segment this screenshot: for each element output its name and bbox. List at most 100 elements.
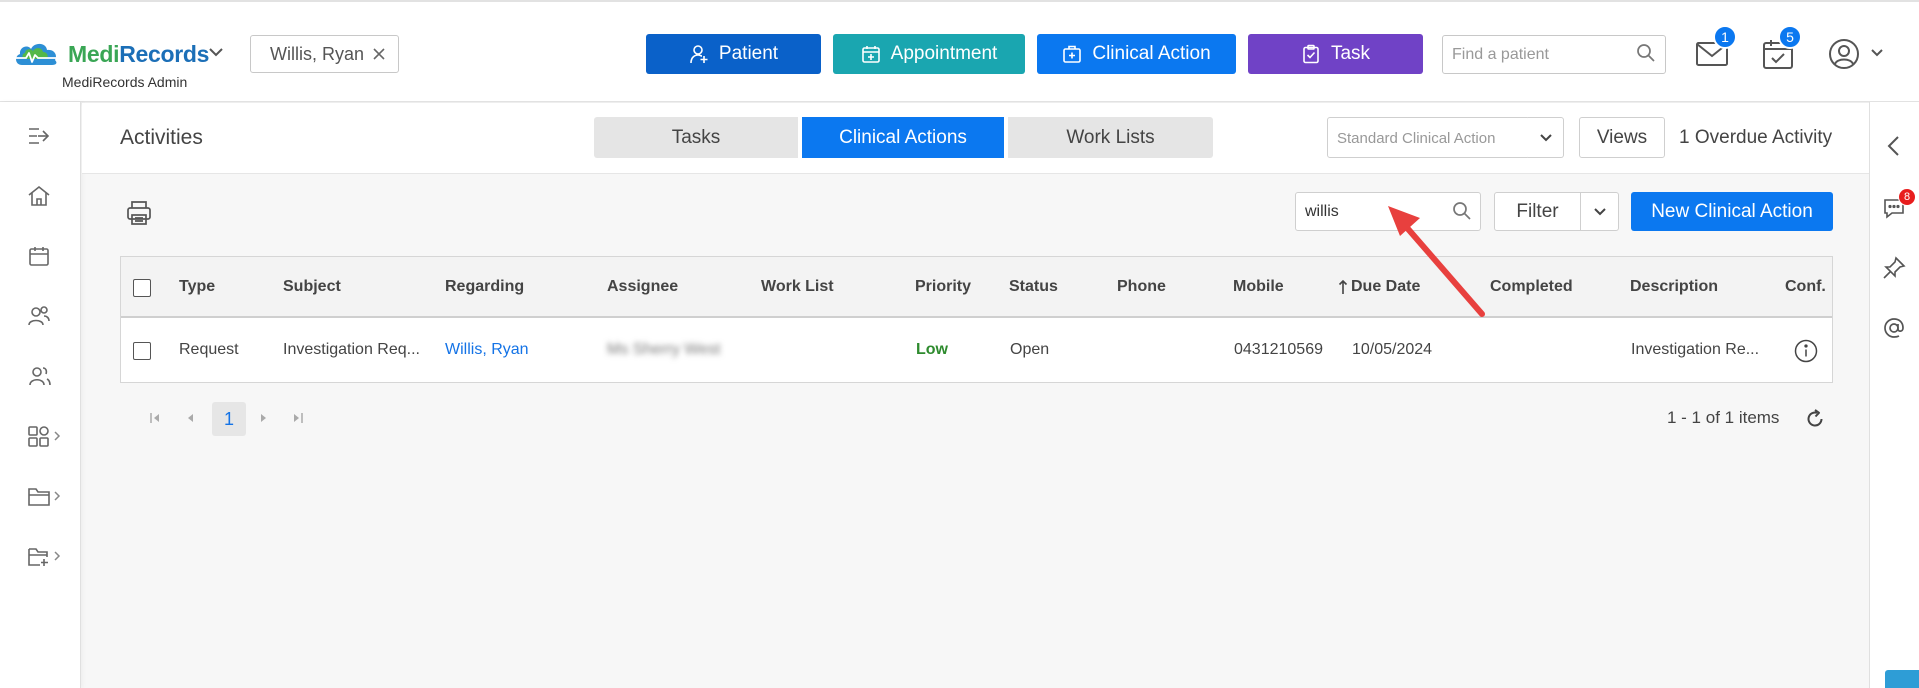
refresh-icon[interactable] (1804, 408, 1826, 430)
select-all-checkbox[interactable] (133, 279, 151, 297)
sidebar-item-calendar[interactable] (0, 236, 81, 276)
table-row[interactable]: Request Investigation Req... Willis, Rya… (121, 320, 1832, 382)
pager-summary: 1 - 1 of 1 items (1667, 408, 1780, 427)
views-button[interactable]: Views (1579, 117, 1665, 158)
new-task-button[interactable]: Task (1248, 34, 1423, 74)
col-subject[interactable]: Subject (283, 278, 341, 296)
find-patient-input[interactable] (1442, 35, 1666, 74)
row-checkbox[interactable] (133, 342, 151, 360)
mention-icon[interactable] (1882, 316, 1906, 340)
top-header: MediRecords MediRecords Admin Willis, Ry… (0, 0, 1919, 102)
sidebar-item-documents[interactable] (0, 476, 81, 516)
filter-button[interactable]: Filter (1494, 192, 1581, 231)
expand-menu-icon (29, 128, 50, 144)
add-user-icon (690, 45, 708, 64)
cell-assignee: Ms Sherry West (607, 341, 721, 358)
new-appointment-button[interactable]: Appointment (833, 34, 1025, 74)
help-tab[interactable] (1885, 670, 1919, 688)
folder-share-icon (28, 548, 48, 566)
view-type-dropdown-button[interactable] (1528, 117, 1564, 158)
page-number-current[interactable]: 1 (212, 402, 246, 436)
overdue-activity-link[interactable]: 1 Overdue Activity (1679, 127, 1832, 149)
sidebar-item-contacts[interactable] (0, 356, 81, 396)
col-status[interactable]: Status (1009, 278, 1058, 296)
filter-dropdown-button[interactable] (1580, 192, 1619, 231)
table-header: Type Subject Regarding Assignee Work Lis… (121, 257, 1832, 318)
col-assignee[interactable]: Assignee (607, 278, 678, 296)
app-logo[interactable]: MediRecords (12, 34, 209, 74)
chat-count-badge: 8 (1898, 188, 1916, 206)
calendar-add-icon (861, 46, 880, 63)
col-priority[interactable]: Priority (915, 278, 971, 296)
logo-text-medi: Medi (68, 40, 120, 67)
chevron-right-icon (54, 431, 61, 441)
col-due-date[interactable]: Due Date (1351, 278, 1420, 296)
medical-case-icon (1063, 45, 1082, 63)
sidebar-item-shared-folders[interactable] (0, 536, 81, 576)
cell-regarding-link[interactable]: Willis, Ryan (445, 341, 529, 359)
patients-icon (28, 306, 50, 326)
first-page-icon[interactable] (148, 408, 162, 428)
cell-subject: Investigation Req... (283, 341, 420, 358)
logo-subtitle: MediRecords Admin (62, 74, 188, 90)
sidebar-item-patients[interactable] (0, 296, 81, 336)
clipboard-check-icon (1303, 44, 1319, 64)
info-icon[interactable] (1794, 339, 1818, 363)
collapse-left-icon[interactable] (1884, 134, 1904, 158)
mail-count-badge: 1 (1713, 25, 1737, 49)
col-phone[interactable]: Phone (1117, 278, 1166, 296)
tab-tasks[interactable]: Tasks (594, 117, 798, 158)
close-icon[interactable] (372, 47, 386, 61)
chevron-down-icon (1539, 133, 1552, 141)
chevron-down-icon (1593, 207, 1606, 215)
col-completed[interactable]: Completed (1490, 278, 1573, 296)
cloud-heartbeat-icon (16, 43, 58, 65)
cell-priority: Low (916, 341, 948, 358)
new-clinical-action-button[interactable]: Clinical Action (1037, 34, 1236, 74)
chevron-down-icon[interactable] (208, 46, 224, 58)
page-title: Activities (120, 126, 203, 149)
last-page-icon[interactable] (291, 408, 305, 428)
print-icon[interactable] (125, 199, 153, 227)
sidebar-item-home[interactable] (0, 176, 81, 216)
logo-text-records: Records (119, 40, 210, 67)
sort-ascending-icon[interactable] (1338, 279, 1348, 295)
col-description[interactable]: Description (1630, 278, 1718, 296)
tab-work-lists[interactable]: Work Lists (1008, 117, 1213, 158)
tab-clinical-actions[interactable]: Clinical Actions (802, 117, 1004, 158)
view-type-value: Standard Clinical Action (1337, 130, 1496, 147)
search-icon[interactable] (1636, 43, 1656, 63)
cell-type: Request (179, 341, 239, 358)
search-icon[interactable] (1452, 201, 1472, 221)
activities-table: Type Subject Regarding Assignee Work Lis… (120, 256, 1833, 383)
user-avatar-icon[interactable] (1828, 38, 1860, 70)
new-clinical-action-button[interactable]: New Clinical Action (1631, 192, 1833, 231)
sidebar-item-modules[interactable] (0, 416, 81, 456)
left-sidebar (0, 102, 81, 688)
col-type[interactable]: Type (179, 278, 215, 296)
selected-patient-chip[interactable]: Willis, Ryan (250, 35, 399, 73)
chevron-right-icon (54, 551, 61, 561)
cell-due-date: 10/05/2024 (1352, 341, 1433, 358)
home-icon (28, 185, 50, 206)
col-conf[interactable]: Conf. (1785, 278, 1826, 296)
previous-page-icon[interactable] (184, 408, 196, 428)
new-patient-button[interactable]: Patient (646, 34, 821, 74)
col-work-list[interactable]: Work List (761, 278, 834, 296)
users-icon (29, 367, 51, 386)
col-mobile[interactable]: Mobile (1233, 278, 1284, 296)
cell-description: Investigation Re... (1631, 341, 1760, 358)
calendar-count-badge: 5 (1778, 25, 1802, 49)
calendar-icon (29, 247, 49, 266)
next-page-icon[interactable] (258, 408, 270, 428)
new-task-label: Task (1330, 43, 1371, 64)
folder-icon (28, 488, 50, 506)
col-regarding[interactable]: Regarding (445, 278, 524, 296)
view-type-select[interactable]: Standard Clinical Action (1327, 117, 1530, 158)
pin-icon[interactable] (1882, 256, 1906, 280)
cell-mobile: 0431210569 (1234, 341, 1323, 358)
apps-grid-icon (28, 426, 49, 447)
chevron-down-icon[interactable] (1870, 48, 1884, 58)
sidebar-expand[interactable] (0, 116, 81, 156)
new-appointment-label: Appointment (890, 43, 998, 64)
